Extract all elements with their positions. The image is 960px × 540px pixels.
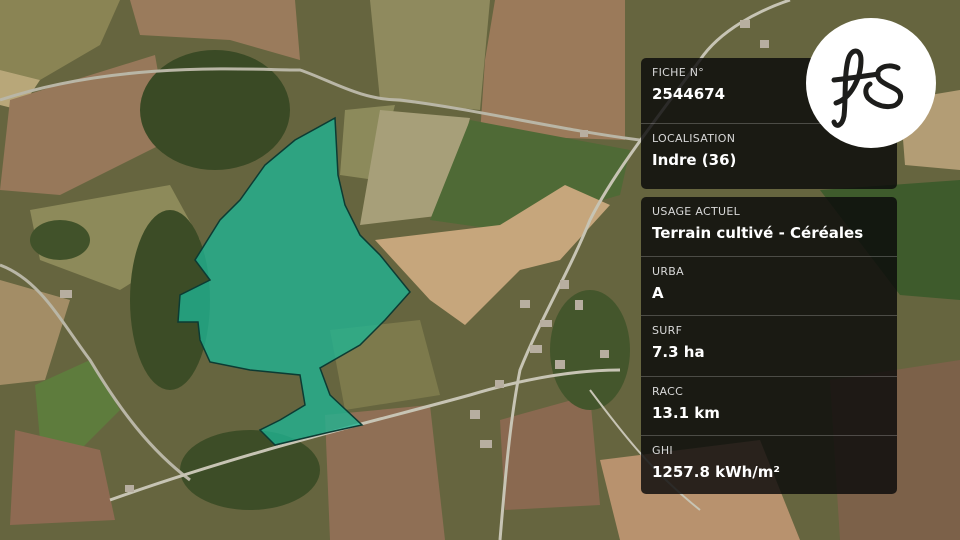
ghi-label: GHI (652, 444, 673, 457)
usage-row: USAGE ACTUEL Terrain cultivé - Céréales (641, 197, 897, 257)
woodland (550, 290, 630, 410)
urba-row: URBA A (641, 257, 897, 316)
urba-value: A (652, 284, 664, 302)
ghi-value: 1257.8 kWh/m² (652, 463, 780, 481)
fs-monogram-logo-icon (806, 18, 936, 148)
woodland (30, 220, 90, 260)
urba-label: URBA (652, 265, 684, 278)
ghi-row: GHI 1257.8 kWh/m² (641, 436, 897, 495)
racc-value: 13.1 km (652, 404, 720, 422)
usage-label: USAGE ACTUEL (652, 205, 741, 218)
info-panel-details: USAGE ACTUEL Terrain cultivé - Céréales … (641, 197, 897, 494)
field (480, 0, 625, 140)
usage-value: Terrain cultivé - Céréales (652, 224, 864, 242)
localisation-value: Indre (36) (652, 151, 737, 169)
racc-row: RACC 13.1 km (641, 377, 897, 436)
surf-value: 7.3 ha (652, 343, 705, 361)
surf-label: SURF (652, 324, 683, 337)
localisation-label: LOCALISATION (652, 132, 736, 145)
fiche-value: 2544674 (652, 85, 726, 103)
racc-label: RACC (652, 385, 684, 398)
field (370, 0, 490, 110)
surf-row: SURF 7.3 ha (641, 316, 897, 377)
fiche-label: FICHE N° (652, 66, 705, 79)
